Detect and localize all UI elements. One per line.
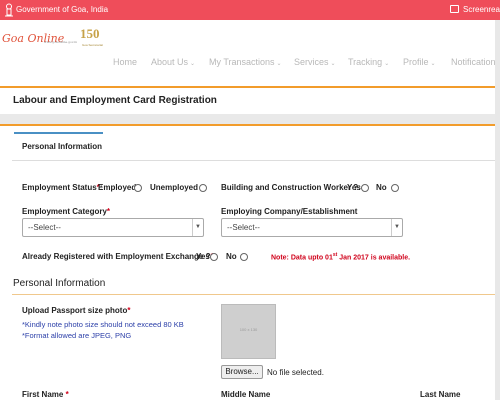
nav-my-transactions[interactable]: My Transactions ⌄ — [209, 57, 282, 67]
nav-services[interactable]: Services ⌄ — [294, 57, 336, 67]
employment-status-label: Employment Status*: — [22, 183, 102, 192]
registered-no-radio[interactable] — [240, 253, 248, 261]
registration-form: Personal Information Employment Status*:… — [0, 124, 500, 400]
employment-category-text: Employment Category — [22, 207, 107, 216]
registered-no-label: No — [226, 252, 237, 261]
chevron-down-icon: ⌄ — [384, 61, 390, 67]
required-mark: * — [127, 306, 131, 315]
upload-photo-label: Upload Passport size photo* — [22, 306, 130, 315]
already-registered-text: Already Registered with Employment Excha… — [22, 252, 211, 261]
photo-preview: 100 x 130 — [221, 304, 276, 359]
government-bar: Government of Goa, India Screenreade — [0, 0, 500, 20]
photo-size-hint: *Kindly note photo size should not excee… — [22, 320, 184, 329]
chevron-down-icon: ⌄ — [430, 61, 436, 67]
nav-about-us[interactable]: About Us ⌄ — [151, 57, 195, 67]
nav-notification-label: Notification — [451, 57, 496, 67]
scrollbar[interactable] — [495, 20, 500, 400]
required-mark: * — [65, 390, 69, 399]
screenreader-icon[interactable] — [450, 5, 459, 13]
chevron-down-icon: ⌄ — [276, 61, 282, 67]
employing-company-value: --Select-- — [227, 223, 260, 232]
photo-placeholder-text: 100 x 130 — [239, 327, 258, 332]
bcw-yes-label: Yes — [347, 183, 361, 192]
chevron-down-icon: ⌄ — [190, 61, 196, 67]
nav-services-label: Services — [294, 57, 329, 67]
screenreader-link[interactable]: Screenreade — [463, 5, 500, 14]
nav-tracking-label: Tracking — [348, 57, 383, 67]
bcw-no-label: No — [376, 183, 387, 192]
tab-personal-information[interactable]: Personal Information — [14, 132, 103, 160]
anniversary-tagline: Goa Secretariat — [82, 43, 104, 47]
site-header: Goa Online www.goaonline.gov.in 150 Goa … — [0, 20, 500, 86]
chevron-down-icon: ⌄ — [330, 61, 336, 67]
last-name-label: Last Name — [420, 390, 461, 399]
nav-profile-label: Profile — [403, 57, 429, 67]
file-status: No file selected. — [267, 368, 324, 377]
anniversary-logo: 150 Goa Secretariat — [80, 26, 108, 48]
data-availability-note: Note: Data upto 01st Jan 2017 is availab… — [271, 252, 410, 261]
already-registered-label: Already Registered with Employment Excha… — [22, 252, 216, 261]
personal-information-heading: Personal Information — [13, 278, 106, 289]
registered-yes-radio[interactable] — [210, 253, 218, 261]
page-title: Labour and Employment Card Registration — [13, 95, 217, 106]
government-name: Government of Goa, India — [16, 5, 109, 14]
nav-tracking[interactable]: Tracking ⌄ — [348, 57, 389, 67]
photo-format-hint: *Format allowed are JPEG, PNG — [22, 331, 132, 340]
employment-category-value: --Select-- — [28, 223, 61, 232]
note-prefix: Note: Data upto 01 — [271, 254, 333, 262]
browse-button[interactable]: Browse... — [221, 365, 263, 379]
nav-my-transactions-label: My Transactions — [209, 57, 275, 67]
nav-notification[interactable]: Notification — [451, 57, 496, 67]
bcw-yes-radio[interactable] — [361, 184, 369, 192]
nav-home-label: Home — [113, 57, 138, 67]
nav-home[interactable]: Home — [113, 57, 137, 67]
first-name-label: First Name * — [22, 390, 69, 399]
employment-category-label: Employment Category* — [22, 207, 110, 216]
tab-label: Personal Information — [22, 142, 103, 151]
chevron-down-icon: ▼ — [391, 219, 402, 236]
employing-company-select[interactable]: --Select-- ▼ — [221, 218, 403, 237]
goa-online-logo[interactable]: Goa Online www.goaonline.gov.in — [2, 32, 77, 45]
first-name-text: First Name — [22, 390, 64, 399]
bcw-label: Building and Construction Worker ?: — [221, 183, 361, 192]
unemployed-radio[interactable] — [199, 184, 207, 192]
employed-option-label: Employed — [98, 183, 137, 192]
upload-photo-text: Upload Passport size photo — [22, 306, 128, 315]
nav-profile[interactable]: Profile ⌄ — [403, 57, 436, 67]
page-title-box: Labour and Employment Card Registration — [0, 86, 500, 114]
tab-divider — [12, 160, 500, 161]
logo-subtitle: www.goaonline.gov.in — [44, 40, 78, 44]
employing-company-label: Employing Company/Establishment — [221, 207, 358, 216]
bcw-no-radio[interactable] — [391, 184, 399, 192]
chevron-down-icon: ▼ — [192, 219, 203, 236]
employment-status-text: Employment Status — [22, 183, 97, 192]
note-suffix: Jan 2017 is available. — [337, 254, 411, 262]
required-mark: * — [106, 207, 111, 216]
national-emblem-icon — [5, 3, 13, 17]
middle-name-label: Middle Name — [221, 390, 271, 399]
employment-category-select[interactable]: --Select-- ▼ — [22, 218, 204, 237]
anniversary-number: 150 — [80, 26, 100, 41]
employed-radio[interactable] — [134, 184, 142, 192]
section-divider — [12, 294, 500, 295]
nav-about-us-label: About Us — [151, 57, 189, 67]
registered-yes-label: Yes — [196, 252, 210, 261]
unemployed-option-label: Unemployed — [150, 183, 199, 192]
